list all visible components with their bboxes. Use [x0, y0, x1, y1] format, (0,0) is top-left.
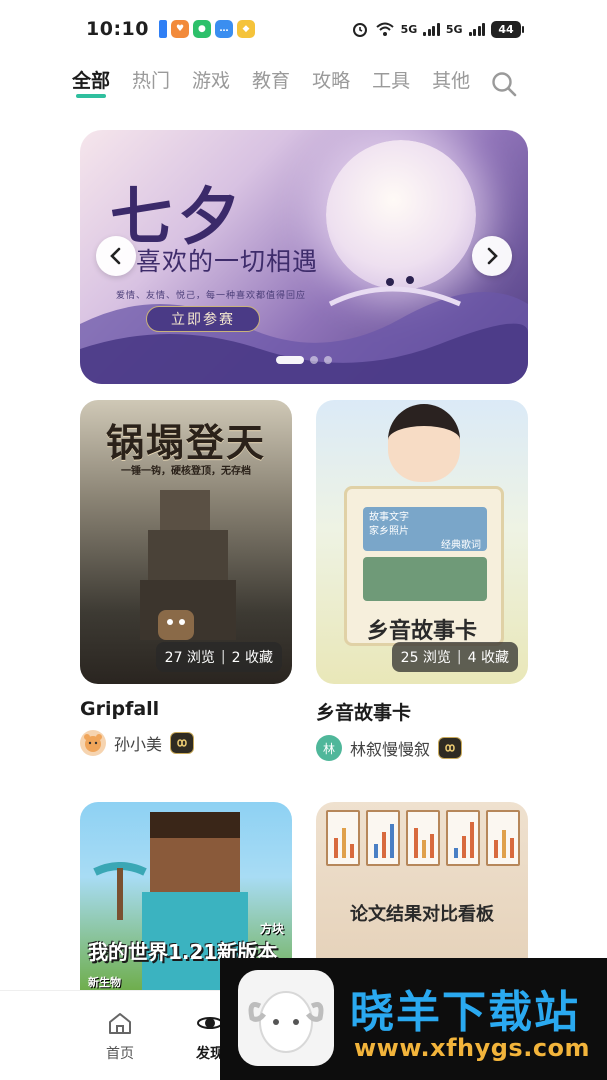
site-watermark: 晓羊下载站 www.xfhygs.com — [220, 958, 607, 1080]
avatar[interactable]: 林 — [316, 735, 342, 761]
event-banner[interactable]: 七夕 喜欢的一切相遇 爱情、友情、悦己，每一种喜欢都值得回应 立即参赛 — [80, 130, 528, 384]
alarm-icon — [352, 23, 367, 37]
nav-home[interactable]: 首页 — [90, 1011, 150, 1063]
chevron-right-icon — [487, 247, 498, 265]
chart-panel — [486, 810, 520, 866]
author-name[interactable]: 林叙慢慢叙 — [350, 736, 430, 760]
yellow-app-icon: ◆ — [236, 20, 255, 38]
chevron-left-icon — [110, 247, 121, 265]
tab-guides[interactable]: 攻略 — [312, 60, 350, 104]
card-title[interactable]: 乡音故事卡 — [316, 698, 528, 725]
network-label-2: 5G — [445, 22, 463, 36]
junk-tower-illustration — [140, 490, 236, 640]
join-now-button[interactable]: 立即参赛 — [146, 306, 260, 332]
stats-divider: | — [220, 649, 226, 665]
banner-subtitle: 喜欢的一切相遇 — [136, 247, 319, 276]
chart-panel — [366, 810, 400, 866]
network-label-1: 5G — [400, 22, 418, 36]
board-item: 家乡照片 — [369, 526, 409, 537]
card-stats: 27 浏览 | 2 收藏 — [155, 642, 282, 672]
tab-games[interactable]: 游戏 — [192, 60, 230, 104]
cover-tagline: 一锤一钩，硬核登顶，无存档 — [121, 466, 251, 477]
pickaxe-icon — [93, 862, 147, 920]
status-right: 5G 5G 44 — [351, 20, 524, 38]
banner-next-button[interactable] — [472, 236, 512, 276]
cover-title: 锅塌登天 — [105, 420, 266, 465]
status-time: 10:10 — [86, 18, 149, 40]
author-name[interactable]: 孙小美 — [114, 731, 162, 755]
banner-prev-button[interactable] — [96, 236, 136, 276]
favorites-count: 4 收藏 — [467, 650, 509, 666]
steve-head-illustration — [150, 812, 240, 892]
banner-dot[interactable] — [310, 356, 318, 364]
tab-all[interactable]: 全部 — [72, 60, 110, 104]
board-panel: 故事文字 家乡照片 经典歌词 — [363, 507, 487, 551]
app-notification-icon — [158, 20, 167, 38]
chart-panel — [326, 810, 360, 866]
watermark-url: www.xfhygs.com — [354, 1034, 591, 1062]
views-count: 25 浏览 — [400, 650, 451, 666]
author-row[interactable]: 林 林叙慢慢叙 — [316, 735, 528, 761]
project-card-gripfall[interactable]: 锅塌登天 一锤一钩，硬核登顶，无存档 27 浏览 | 2 收藏 Gripfall — [80, 400, 292, 756]
chart-panels-illustration — [326, 810, 520, 866]
girl-illustration — [388, 404, 460, 482]
card-cover-image[interactable]: 论文结果对比看板 — [316, 802, 528, 958]
infinity-icon — [445, 744, 455, 752]
cover-title: 乡音故事卡 — [366, 619, 477, 644]
signal-icon-2 — [468, 22, 485, 36]
card-cover-image[interactable]: 锅塌登天 一锤一钩，硬核登顶，无存档 27 浏览 | 2 收藏 — [80, 400, 292, 684]
hamster-avatar-icon — [84, 734, 102, 752]
board-item: 故事文字 — [369, 512, 409, 523]
cover-tag: 新生物 — [88, 976, 121, 989]
home-icon — [109, 1013, 131, 1034]
favorites-count: 2 收藏 — [231, 650, 273, 666]
banner-dot-active[interactable] — [276, 356, 304, 364]
status-bar: 10:10 ♥ ● … ◆ 5G 5G 44 — [0, 0, 607, 58]
creator-badge-icon — [170, 732, 195, 754]
avatar[interactable] — [80, 730, 106, 756]
battery-icon: 44 — [491, 20, 524, 38]
banner-dot[interactable] — [324, 356, 332, 364]
board-photos — [363, 557, 487, 601]
tab-other[interactable]: 其他 — [432, 60, 470, 104]
stats-divider: | — [456, 649, 462, 665]
banner-caption: 爱情、友情、悦己，每一种喜欢都值得回应 — [116, 291, 307, 301]
board-item: 经典歌词 — [441, 540, 481, 551]
card-cover-image[interactable]: 故事文字 家乡照片 经典歌词 乡音故事卡 25 浏览 | 4 收藏 — [316, 400, 528, 684]
sheep-logo — [238, 970, 334, 1066]
signal-icon-1 — [423, 22, 440, 36]
sheep-logo-icon — [248, 991, 324, 1053]
views-count: 27 浏览 — [164, 650, 215, 666]
card-title[interactable]: Gripfall — [80, 698, 292, 720]
status-app-icons: ♥ ● … ◆ — [158, 20, 255, 38]
wifi-icon — [375, 22, 394, 36]
chart-panel — [406, 810, 440, 866]
chart-panel — [446, 810, 480, 866]
cover-title: 论文结果对比看板 — [350, 904, 494, 925]
project-card-xiangyin[interactable]: 故事文字 家乡照片 经典歌词 乡音故事卡 25 浏览 | 4 收藏 乡音故事卡 … — [316, 400, 528, 761]
message-app-icon: … — [214, 20, 233, 38]
creator-badge-icon — [438, 737, 463, 759]
project-card-paper-dashboard[interactable]: 论文结果对比看板 — [316, 802, 528, 958]
cover-tag: 方块 — [259, 922, 284, 936]
infinity-icon — [177, 739, 187, 747]
watermark-title: 晓羊下载站 — [350, 987, 580, 1038]
tab-tools[interactable]: 工具 — [372, 60, 410, 104]
banner-pagination — [80, 356, 528, 364]
category-tabs: 全部 热门 游戏 教育 攻略 工具 其他 — [72, 60, 542, 104]
tab-hot[interactable]: 热门 — [132, 60, 170, 104]
card-stats: 25 浏览 | 4 收藏 — [391, 642, 518, 672]
nav-label: 首页 — [106, 1046, 134, 1062]
tab-education[interactable]: 教育 — [252, 60, 290, 104]
heart-app-icon: ♥ — [170, 20, 189, 38]
author-row[interactable]: 孙小美 — [80, 730, 292, 756]
search-icon[interactable] — [490, 70, 518, 98]
wechat-icon: ● — [192, 20, 211, 38]
